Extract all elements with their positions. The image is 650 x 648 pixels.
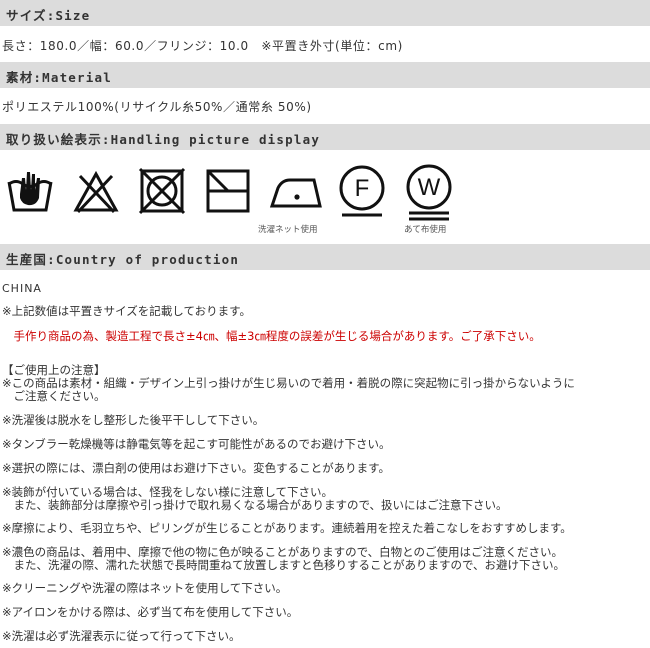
hand-wash-icon	[7, 172, 53, 212]
note-handmade: 手作り商品の為、製造工程で長さ±4㎝、幅±3㎝程度の誤差が生じる場合があります。…	[2, 329, 541, 343]
size-header: サイズ:Size	[0, 0, 650, 26]
wet-clean-w-icon: W	[406, 164, 452, 221]
handling-header: 取り扱い絵表示:Handling picture display	[0, 124, 650, 150]
origin-header-label: 生産国:Country of production	[6, 252, 240, 267]
caution-3: ※タンブラー乾燥機等は静電気等を起こす可能性があるのでお避け下さい。	[2, 437, 391, 451]
no-bleach-icon	[73, 170, 119, 214]
dry-clean-letter: F	[355, 175, 370, 202]
size-header-label: サイズ:Size	[6, 8, 91, 23]
handling-header-label: 取り扱い絵表示:Handling picture display	[6, 132, 321, 147]
origin-country: CHINA	[2, 282, 42, 295]
material-text: ポリエステル100%(リサイクル糸50%／通常糸 50%)	[2, 100, 312, 114]
caution-8: ※クリーニングや洗濯の際はネットを使用して下さい。	[2, 581, 288, 595]
low-iron-caption: 洗濯ネット使用	[258, 225, 318, 235]
size-text: 長さ：180.0／幅：60.0／フリンジ：10.0 ※平置き外寸(単位：cm)	[2, 39, 403, 53]
caution-4: ※選択の際には、漂白剤の使用はお避け下さい。変色することがあります。	[2, 461, 390, 475]
caution-9: ※アイロンをかける際は、必ず当て布を使用して下さい。	[2, 605, 299, 619]
caution-6: ※摩擦により、毛羽立ちや、ピリングが生じることがあります。連続着用を控えた着こな…	[2, 521, 572, 535]
caution-5b: また、装飾部分は摩擦や引っ掛けで取れ易くなる場合がありますので、扱いにはご注意下…	[2, 498, 508, 512]
caution-10: ※洗濯は必ず洗濯表示に従って行って下さい。	[2, 629, 241, 643]
note-measurement: ※上記数値は平置きサイズを記載しております。	[2, 304, 251, 318]
low-iron-icon	[269, 178, 322, 208]
dry-clean-f-icon: F	[339, 165, 385, 217]
caution-7b: また、洗濯の際、濡れた状態で長時間重ねて放置しますと色移りすることがありますので…	[2, 558, 566, 572]
caution-1b: ご注意ください。	[2, 389, 106, 403]
material-header-label: 素材:Material	[6, 70, 112, 85]
no-tumble-dry-icon	[138, 167, 186, 215]
line-dry-shade-icon	[206, 169, 250, 213]
material-header: 素材:Material	[0, 62, 650, 88]
origin-header: 生産国:Country of production	[0, 244, 650, 270]
wet-clean-letter: W	[418, 174, 441, 201]
wet-clean-caption: あて布使用	[404, 225, 447, 235]
caution-2: ※洗濯後は脱水をし整形した後平干しして下さい。	[2, 413, 265, 427]
